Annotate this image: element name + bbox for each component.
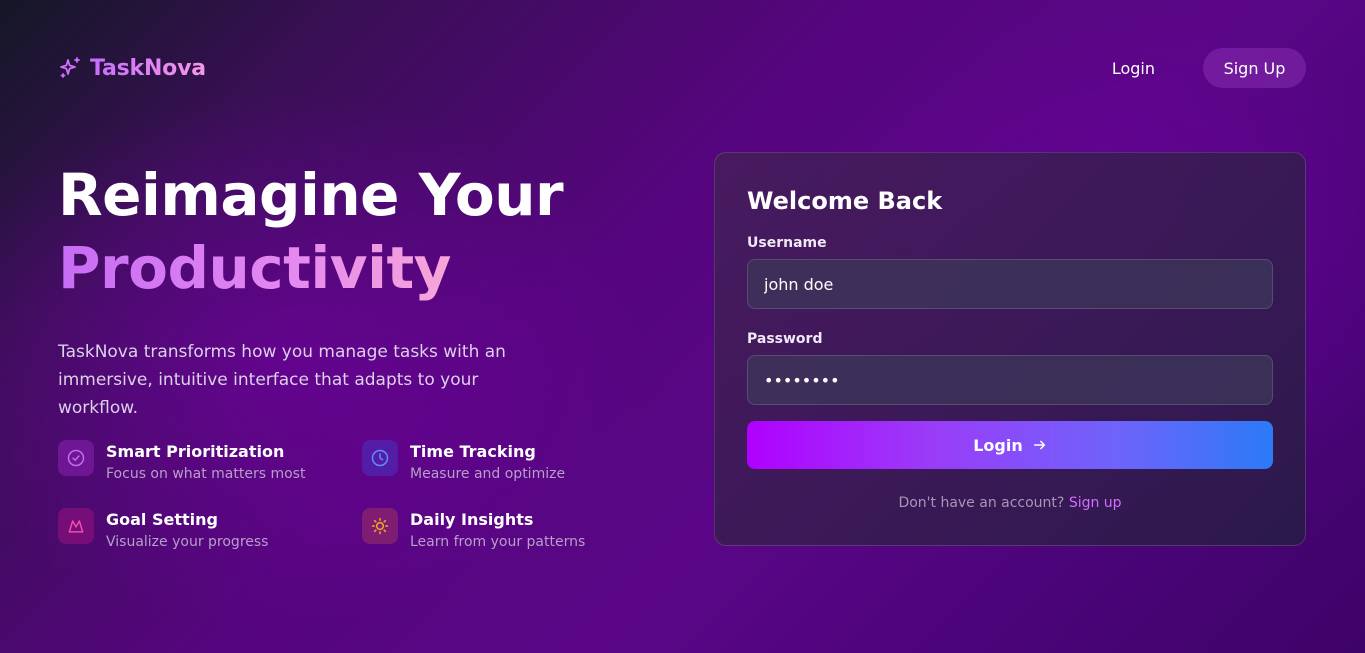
feature-icon-box xyxy=(362,440,398,476)
feature-title: Daily Insights xyxy=(410,510,534,529)
feature-subtitle: Learn from your patterns xyxy=(410,534,586,550)
feature-grid: Smart Prioritization Focus on what matte… xyxy=(58,440,618,552)
feature-item: Goal Setting Visualize your progress xyxy=(58,508,362,552)
login-submit-label: Login xyxy=(973,435,1023,455)
username-label: Username xyxy=(747,235,827,251)
login-card-title: Welcome Back xyxy=(747,187,943,215)
feature-item: Smart Prioritization Focus on what matte… xyxy=(58,440,362,484)
brand-logo[interactable]: TaskNova xyxy=(58,56,206,81)
hero-description: TaskNova transforms how you manage tasks… xyxy=(58,342,506,418)
password-label: Password xyxy=(747,331,823,347)
feature-title: Time Tracking xyxy=(410,442,536,461)
feature-subtitle: Visualize your progress xyxy=(106,534,269,550)
feature-icon-box xyxy=(58,440,94,476)
signup-prompt: Don't have an account? Sign up xyxy=(747,495,1273,511)
clock-icon xyxy=(371,449,389,467)
feature-icon-box xyxy=(362,508,398,544)
signup-link[interactable]: Sign up xyxy=(1069,495,1122,511)
mountain-icon xyxy=(68,520,84,533)
login-card: Welcome Back Username Password Login Don… xyxy=(714,152,1306,546)
feature-title: Goal Setting xyxy=(106,510,218,529)
nav-signup-button[interactable]: Sign Up xyxy=(1203,48,1306,88)
check-circle-icon xyxy=(67,449,85,467)
feature-subtitle: Focus on what matters most xyxy=(106,466,306,482)
top-nav: TaskNova Login Sign Up xyxy=(58,48,1306,88)
arrow-right-icon xyxy=(1033,440,1045,450)
feature-item: Daily Insights Learn from your patterns xyxy=(362,508,618,552)
nav-login-link[interactable]: Login xyxy=(1112,59,1155,78)
brand-name: TaskNova xyxy=(90,55,206,81)
hero-title-line1: Reimagine Your xyxy=(58,161,564,229)
hero-title-line2: Productivity xyxy=(58,230,451,306)
sun-icon xyxy=(371,517,389,535)
sparkles-icon xyxy=(60,57,80,78)
username-input[interactable] xyxy=(747,259,1273,309)
login-submit-button[interactable]: Login xyxy=(747,421,1273,469)
feature-icon-box xyxy=(58,508,94,544)
password-input[interactable] xyxy=(747,355,1273,405)
nav-links: Login Sign Up xyxy=(1112,48,1306,88)
hero-heading: Reimagine Your Productivity xyxy=(58,160,658,306)
signup-prompt-text: Don't have an account? xyxy=(898,495,1065,511)
feature-subtitle: Measure and optimize xyxy=(410,466,566,482)
feature-title: Smart Prioritization xyxy=(106,442,285,461)
feature-item: Time Tracking Measure and optimize xyxy=(362,440,618,484)
